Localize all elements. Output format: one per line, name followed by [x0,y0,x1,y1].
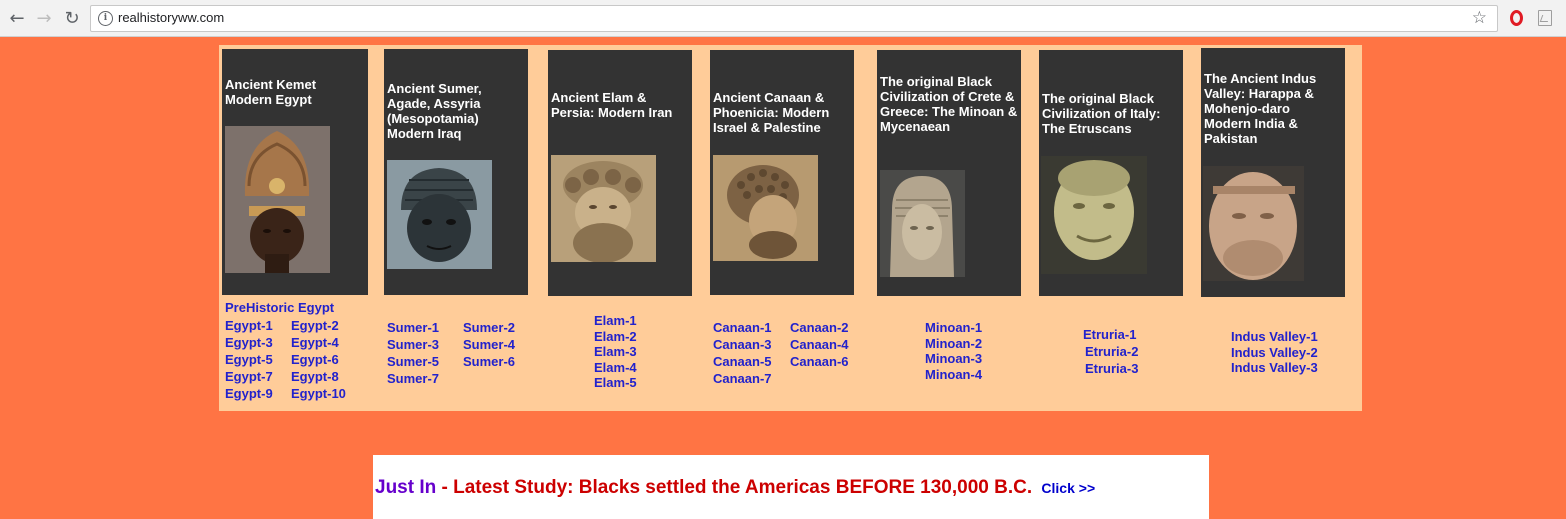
card-egypt: Ancient Kemet Modern Egypt [222,49,368,295]
link-canaan-2[interactable]: Canaan-2 [790,320,849,336]
card-canaan: Ancient Canaan & Phoenicia: Modern Israe… [710,50,854,295]
link-sumer-7[interactable]: Sumer-7 [387,371,463,387]
link-egypt-2[interactable]: Egypt-2 [291,318,346,334]
banner-headline: - Latest Study: Blacks settled the Ameri… [436,477,1033,498]
canaan-head-image[interactable] [713,155,818,261]
link-minoan-1[interactable]: Minoan-1 [925,320,982,336]
card-sumer: Ancient Sumer, Agade, Assyria (Mesopotam… [384,49,528,295]
etruria-head-image[interactable] [1041,156,1147,274]
link-canaan-5[interactable]: Canaan-5 [713,354,790,370]
link-minoan-3[interactable]: Minoan-3 [925,351,982,367]
link-etruria-3[interactable]: Etruria-3 [1085,361,1138,377]
sumer-head-image[interactable] [387,160,492,269]
link-egypt-10[interactable]: Egypt-10 [291,386,346,402]
link-canaan-6[interactable]: Canaan-6 [790,354,849,370]
pdf-extension-icon[interactable] [1538,10,1552,26]
regions-panel: Ancient Kemet Modern Egypt PreHistoric E… [219,45,1362,411]
link-indus-valley-2[interactable]: Indus Valley-2 [1231,345,1318,361]
link-egypt-1[interactable]: Egypt-1 [225,318,291,334]
link-sumer-1[interactable]: Sumer-1 [387,320,463,336]
url-text[interactable]: realhistoryww.com [118,10,224,25]
link-elam-1[interactable]: Elam-1 [594,313,637,329]
card-title: The Ancient Indus Valley: Harappa & Mohe… [1204,71,1317,146]
link-egypt-5[interactable]: Egypt-5 [225,352,291,368]
arrow-left-icon[interactable]: ← [7,8,27,29]
indus-links: Indus Valley-1 Indus Valley-2 Indus Vall… [1231,329,1318,376]
just-in-label: Just In [375,477,437,498]
click-link[interactable]: Click >> [1041,480,1095,496]
link-egypt-4[interactable]: Egypt-4 [291,335,346,351]
egypt-links: PreHistoric Egypt Egypt-1 Egypt-2 Egypt-… [225,300,346,401]
link-sumer-4[interactable]: Sumer-4 [463,337,515,353]
link-indus-valley-1[interactable]: Indus Valley-1 [1231,329,1318,345]
opera-extension-icon[interactable] [1510,10,1523,26]
card-title: The original Black Civilization of Crete… [880,74,1018,134]
link-elam-3[interactable]: Elam-3 [594,344,637,360]
card-title: Ancient Elam & Persia: Modern Iran [551,90,673,120]
egypt-head-image[interactable] [225,126,330,273]
etruria-links: Etruria-1 Etruria-2 Etruria-3 [1083,327,1138,377]
card-title: The original Black Civilization of Italy… [1042,91,1161,136]
browser-toolbar: ← → ↻ i realhistoryww.com ☆ [0,0,1566,37]
link-sumer-5[interactable]: Sumer-5 [387,354,463,370]
star-icon[interactable]: ☆ [1472,8,1487,28]
link-etruria-2[interactable]: Etruria-2 [1085,344,1138,360]
minoan-head-image[interactable] [880,170,965,277]
card-indus: The Ancient Indus Valley: Harappa & Mohe… [1201,48,1345,297]
link-canaan-3[interactable]: Canaan-3 [713,337,790,353]
link-elam-4[interactable]: Elam-4 [594,360,637,376]
link-egypt-7[interactable]: Egypt-7 [225,369,291,385]
address-bar[interactable]: i realhistoryww.com ☆ [90,5,1498,32]
link-prehistoric-egypt[interactable]: PreHistoric Egypt [225,300,346,316]
elam-links: Elam-1 Elam-2 Elam-3 Elam-4 Elam-5 [594,313,637,391]
info-icon[interactable]: i [98,11,113,26]
canaan-links: Canaan-1 Canaan-2 Canaan-3 Canaan-4 Cana… [713,320,849,387]
minoan-links: Minoan-1 Minoan-2 Minoan-3 Minoan-4 [925,320,982,382]
link-elam-5[interactable]: Elam-5 [594,375,637,391]
link-etruria-1[interactable]: Etruria-1 [1083,327,1138,343]
link-canaan-4[interactable]: Canaan-4 [790,337,849,353]
link-sumer-6[interactable]: Sumer-6 [463,354,515,370]
link-egypt-8[interactable]: Egypt-8 [291,369,346,385]
indus-head-image[interactable] [1203,166,1304,281]
link-egypt-6[interactable]: Egypt-6 [291,352,346,368]
link-canaan-7[interactable]: Canaan-7 [713,371,790,387]
card-minoan: The original Black Civilization of Crete… [877,50,1021,296]
news-banner: Just In - Latest Study: Blacks settled t… [373,455,1209,519]
link-egypt-3[interactable]: Egypt-3 [225,335,291,351]
card-title: Ancient Canaan & Phoenicia: Modern Israe… [713,90,830,135]
card-elam: Ancient Elam & Persia: Modern Iran [548,50,692,296]
banner-line: Just In - Latest Study: Blacks settled t… [375,477,1095,499]
link-elam-2[interactable]: Elam-2 [594,329,637,345]
card-etruria: The original Black Civilization of Italy… [1039,50,1183,296]
link-sumer-3[interactable]: Sumer-3 [387,337,463,353]
arrow-right-icon[interactable]: → [34,8,54,29]
link-egypt-9[interactable]: Egypt-9 [225,386,291,402]
elam-head-image[interactable] [551,155,656,262]
card-title: Ancient Kemet Modern Egypt [225,77,317,107]
link-minoan-2[interactable]: Minoan-2 [925,336,982,352]
link-indus-valley-3[interactable]: Indus Valley-3 [1231,360,1318,376]
link-minoan-4[interactable]: Minoan-4 [925,367,982,383]
sumer-links: Sumer-1 Sumer-2 Sumer-3 Sumer-4 Sumer-5 … [387,320,515,387]
link-canaan-1[interactable]: Canaan-1 [713,320,790,336]
card-title: Ancient Sumer, Agade, Assyria (Mesopotam… [387,81,482,141]
reload-icon[interactable]: ↻ [62,8,82,29]
link-sumer-2[interactable]: Sumer-2 [463,320,515,336]
